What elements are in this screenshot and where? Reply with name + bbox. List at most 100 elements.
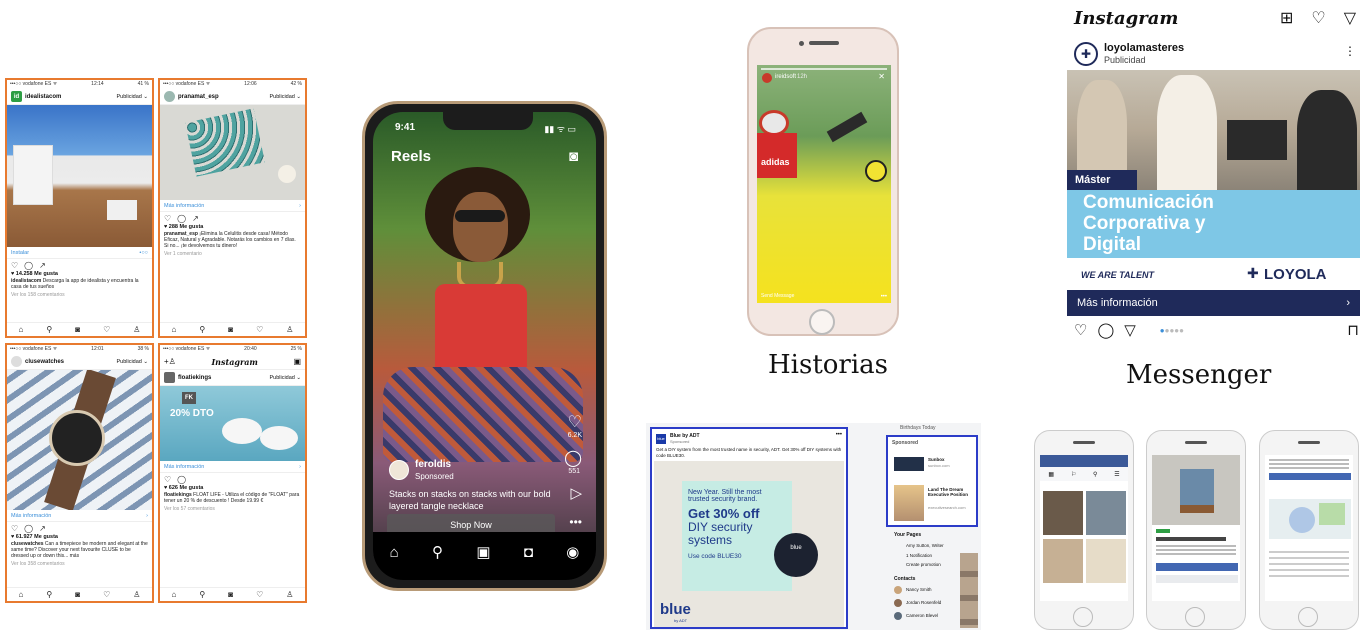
listing-image[interactable] [1086, 539, 1126, 583]
home-icon[interactable]: ⌂ [172, 325, 177, 334]
view-comments-link[interactable]: Ver 1 comentario [160, 250, 305, 258]
heart-icon[interactable]: ♡ [164, 475, 171, 484]
camera-icon[interactable]: ◙ [228, 590, 233, 599]
category-icon[interactable]: ▦ [1048, 471, 1054, 478]
message-seller-button[interactable] [1156, 575, 1238, 583]
account-name[interactable]: floatiekings [178, 375, 266, 381]
account-name[interactable]: clusewatches [25, 359, 113, 365]
heart-icon[interactable]: ♡ [103, 325, 110, 334]
home-button[interactable] [1298, 607, 1318, 627]
heart-icon[interactable]: ♡ [1311, 8, 1325, 28]
message-button[interactable] [1156, 563, 1238, 571]
profile-icon[interactable]: ♙ [286, 590, 293, 599]
reels-icon[interactable]: ▣ [476, 543, 490, 561]
listing-image[interactable] [1043, 491, 1083, 535]
share-icon[interactable]: ▷ [570, 484, 582, 502]
install-button[interactable]: Instalar •○○ [7, 247, 152, 259]
heart-icon[interactable]: ♡ [256, 590, 263, 599]
sponsored-label[interactable]: Publicidad ⌄ [116, 94, 148, 100]
right-column-ads[interactable]: Sponsored Sunbox sunbox.com Land The Dre… [886, 435, 978, 527]
side-ad-title[interactable]: Land The Dream Executive Position [928, 487, 974, 497]
camera-icon[interactable]: ◙ [569, 148, 578, 165]
heart-icon[interactable]: ♡ [568, 412, 582, 432]
category-icon[interactable]: ⚐ [1071, 471, 1076, 478]
more-icon[interactable]: ••• [569, 515, 582, 529]
search-icon[interactable]: ⚲ [199, 325, 205, 334]
contact-item[interactable]: Cameron Blevel [906, 613, 938, 618]
search-icon[interactable]: ⚲ [1093, 471, 1097, 478]
home-icon[interactable]: ⌂ [390, 544, 399, 561]
profile-icon[interactable]: ♙ [133, 590, 140, 599]
more-icon[interactable]: ••• [836, 432, 842, 438]
comment-icon[interactable]: ◯ [177, 475, 186, 484]
heart-icon[interactable]: ♡ [164, 214, 171, 223]
share-icon[interactable]: ↗ [39, 261, 46, 270]
profile-icon[interactable]: ♙ [286, 325, 293, 334]
home-icon[interactable]: ⌂ [19, 325, 24, 334]
feed-ad-floatiekings[interactable]: •••○○ vodafone ES ᯤ 20:40 25 % +♙ Instag… [158, 343, 307, 603]
share-icon[interactable]: ↗ [39, 524, 46, 533]
avatar[interactable] [11, 356, 22, 367]
view-comments-link[interactable]: Ver los 358 comentarios [7, 560, 152, 568]
home-icon[interactable]: ⌂ [19, 590, 24, 599]
comment-icon[interactable]: ◯ [564, 448, 582, 468]
more-info-button[interactable]: Más información › [7, 510, 152, 522]
more-info-button[interactable]: Más información › [160, 461, 305, 473]
bookmark-icon[interactable]: ⊓ [1347, 321, 1359, 339]
profile-icon[interactable]: ◉ [566, 543, 579, 561]
category-icon[interactable]: ☰ [1114, 471, 1119, 478]
page-item[interactable]: 1 Notification [906, 553, 932, 558]
search-icon[interactable]: ⚲ [432, 543, 443, 561]
more-info-button[interactable]: Más información › [160, 200, 305, 212]
comment-icon[interactable]: ◯ [24, 524, 33, 533]
feed-ad-cluse[interactable]: •••○○ vodafone ES ᯤ 12:01 38 % clusewatc… [5, 343, 154, 603]
more-icon[interactable]: ⋮ [1344, 44, 1356, 58]
heart-icon[interactable]: ♡ [1074, 321, 1087, 339]
page-item[interactable]: Create promotion [906, 562, 941, 567]
more-icon[interactable]: ••• [881, 294, 887, 300]
profile-icon[interactable]: ♙ [133, 325, 140, 334]
comment-icon[interactable]: ◯ [24, 261, 33, 270]
search-icon[interactable]: ⚲ [46, 325, 52, 334]
view-comments-link[interactable]: Ver los 57 comentarios [160, 505, 305, 513]
home-button[interactable] [1185, 607, 1205, 627]
more-info-button[interactable]: Más información › [1067, 290, 1360, 316]
avatar[interactable] [389, 460, 409, 480]
account-name[interactable]: pranamat_esp [178, 94, 266, 100]
view-comments-link[interactable]: Ver los 158 comentarios [7, 291, 152, 299]
share-icon[interactable]: ↗ [192, 214, 199, 223]
camera-icon[interactable]: ◙ [75, 590, 80, 599]
heart-icon[interactable]: ♡ [256, 325, 263, 334]
camera-icon[interactable]: ◙ [75, 325, 80, 334]
account-name[interactable]: loyolamasteres [1104, 42, 1184, 54]
search-icon[interactable]: ⚲ [199, 590, 205, 599]
search-icon[interactable]: ⚲ [46, 590, 52, 599]
sponsored-label[interactable]: Publicidad ⌄ [269, 94, 301, 100]
inbox-icon[interactable]: ▣ [293, 357, 301, 366]
avatar[interactable] [164, 91, 175, 102]
page-item[interactable]: Amy Sutton, Writer [906, 543, 944, 548]
sponsored-label[interactable]: Publicidad ⌄ [116, 359, 148, 365]
add-user-icon[interactable]: +♙ [164, 357, 176, 366]
contact-item[interactable]: Jordan Rosenfeld [906, 600, 941, 605]
message-button[interactable] [1269, 473, 1351, 480]
listing-image[interactable] [1043, 539, 1083, 583]
contact-item[interactable]: Nancy Smith [906, 587, 932, 592]
heart-icon[interactable]: ♡ [11, 524, 18, 533]
account-name[interactable]: idealistacom [25, 94, 113, 100]
comment-icon[interactable]: ◯ [177, 214, 186, 223]
close-icon[interactable]: ✕ [878, 72, 885, 81]
heart-icon[interactable]: ♡ [11, 261, 18, 270]
home-button[interactable] [1073, 607, 1093, 627]
account-name[interactable]: ireidsoft [775, 74, 796, 80]
avatar[interactable]: id [11, 91, 22, 102]
shop-icon[interactable]: ◘ [524, 544, 533, 561]
heart-icon[interactable]: ♡ [103, 590, 110, 599]
side-ad-title[interactable]: Sunbox [928, 457, 945, 462]
camera-icon[interactable]: ◙ [228, 325, 233, 334]
avatar[interactable]: ✚ [1074, 42, 1098, 66]
sponsored-post[interactable]: blue Blue by ADT Sponsored ••• Get a DIY… [650, 427, 848, 629]
sponsored-label[interactable]: Publicidad ⌄ [269, 375, 301, 381]
direct-message-icon[interactable]: ▽ [1344, 8, 1356, 28]
home-button[interactable] [809, 309, 835, 335]
